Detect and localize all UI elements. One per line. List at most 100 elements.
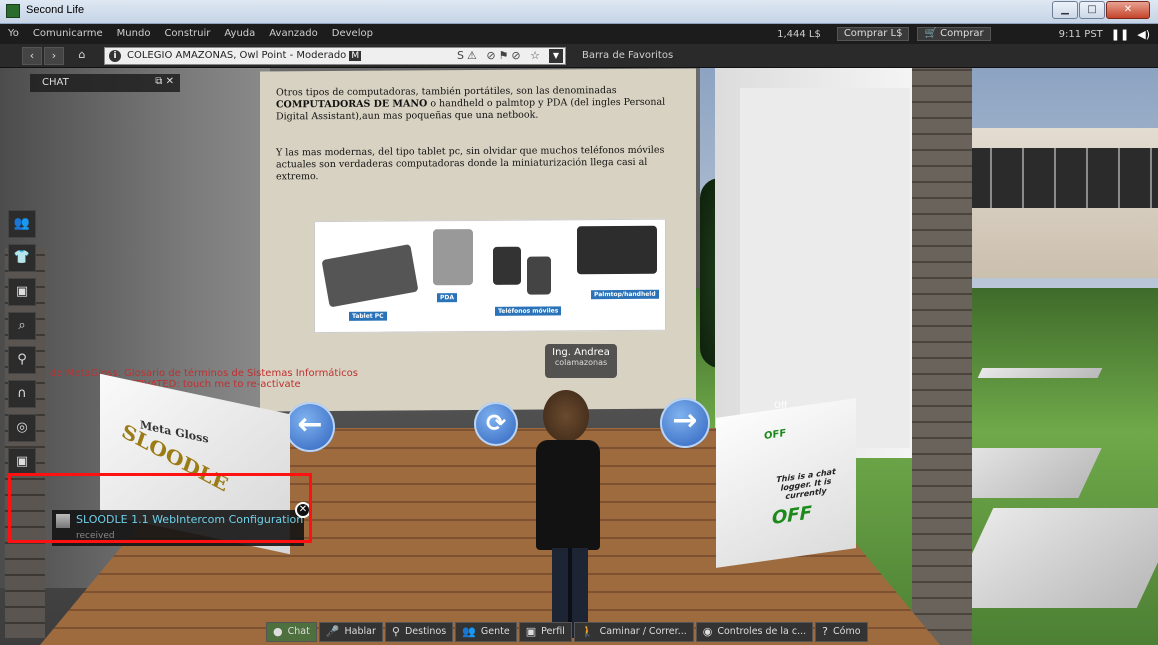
profile-button[interactable]: ▣ Perfil	[518, 622, 572, 642]
avatar-body[interactable]	[536, 440, 600, 550]
title-bar: Second Life ▁ □ ✕	[0, 0, 1158, 24]
tablet-pc-image	[321, 244, 419, 308]
walk-run-button-label: Caminar / Correr...	[599, 626, 687, 637]
eye-icon: ◉	[702, 625, 713, 638]
navigation-bar: ‹ › ⌂ i COLEGIO AMAZONAS, Owl Point - Mo…	[0, 44, 1158, 68]
chat-button[interactable]: ● Chat	[266, 622, 317, 642]
phone-image	[527, 256, 551, 295]
speak-button[interactable]: 🎤 Hablar	[318, 622, 383, 642]
home-icon[interactable]: ⌂	[72, 47, 92, 65]
maximize-button[interactable]: □	[1079, 1, 1105, 19]
paving-stone	[977, 368, 1103, 378]
location-pin-icon: ⚲	[391, 625, 400, 638]
highlight-box	[8, 473, 312, 543]
house-windows	[960, 148, 1158, 208]
avatar-username: colamazonas	[554, 358, 608, 367]
people-icon[interactable]: 👥	[8, 210, 36, 238]
howto-button[interactable]: ? Cómo	[815, 622, 868, 642]
profile-card-icon: ▣	[525, 625, 537, 638]
search-icon[interactable]: ⌕	[8, 312, 36, 340]
shirt-icon[interactable]: 👕	[8, 244, 36, 272]
devices-illustration: Tablet PC PDA Teléfonos móviles Palmtop/…	[314, 218, 666, 334]
people-button[interactable]: 👥 Gente	[455, 622, 517, 642]
menu-yo[interactable]: Yo	[8, 28, 19, 39]
buy-button[interactable]: 🛒 Comprar	[917, 27, 991, 41]
pause-media-icon[interactable]: ❚❚	[1111, 28, 1129, 41]
chat-button-label: Chat	[287, 626, 310, 637]
destinations-button[interactable]: ⚲ Destinos	[384, 622, 454, 642]
camera-controls-button[interactable]: ◉ Controles de la c...	[695, 622, 814, 642]
menu-mundo[interactable]: Mundo	[117, 28, 151, 39]
cart-icon: 🛒	[924, 28, 941, 39]
walking-person-icon: 🚶	[580, 625, 595, 638]
menu-construir[interactable]: Construir	[164, 28, 210, 39]
menu-bar: Yo Comunicarme Mundo Construir Ayuda Ava…	[0, 24, 1158, 44]
people-icon: 👥	[462, 625, 476, 638]
device-label: Teléfonos móviles	[495, 306, 562, 316]
location-name: COLEGIO AMAZONAS, Owl Point - Moderado	[127, 50, 347, 61]
chat-logger-cube[interactable]: OFF This is a chat logger. It is current…	[716, 398, 856, 568]
chat-logger-status: OFF	[772, 502, 812, 529]
people-button-label: Gente	[480, 626, 510, 637]
menu-develop[interactable]: Develop	[332, 28, 373, 39]
cube-top-status: OFF	[764, 427, 787, 443]
device-label: PDA	[437, 293, 458, 303]
menu-ayuda[interactable]: Ayuda	[224, 28, 255, 39]
avatar-nametag: Ing. Andrea colamazonas	[545, 344, 617, 378]
minimize-button[interactable]: ▁	[1052, 1, 1078, 19]
profile-button-label: Perfil	[541, 626, 565, 637]
device-label: Tablet PC	[349, 311, 387, 321]
back-arrow-icon[interactable]: ‹	[22, 47, 42, 65]
menu-status-area: 1,444 L$ Comprar L$ 🛒 Comprar 9:11 PST ❚…	[777, 27, 1150, 41]
pda-image	[433, 229, 473, 286]
phone-image	[493, 246, 521, 285]
camera-controls-button-label: Controles de la c...	[717, 626, 807, 637]
left-toolbar: 👥 👕 ▣ ⌕ ⚲ ∩ ◎ ▣	[8, 210, 36, 476]
world-viewport[interactable]: Otros tipos de computadoras, también por…	[0, 68, 1158, 645]
location-text: COLEGIO AMAZONAS, Owl Point - Moderado M	[127, 50, 362, 61]
location-bar[interactable]: i COLEGIO AMAZONAS, Owl Point - Moderado…	[104, 47, 566, 65]
microphone-icon: 🎤	[325, 625, 340, 638]
howto-button-label: Cómo	[833, 626, 861, 637]
chat-floater-title: CHAT	[42, 77, 69, 88]
menu-comunicarme[interactable]: Comunicarme	[33, 28, 103, 39]
speak-button-label: Hablar	[344, 626, 376, 637]
help-icon: ?	[822, 625, 829, 638]
menu-avanzado[interactable]: Avanzado	[269, 28, 317, 39]
close-window-button[interactable]: ✕	[1106, 1, 1150, 19]
walk-run-button[interactable]: 🚶 Caminar / Correr...	[573, 622, 694, 642]
presentation-board[interactable]: Otros tipos de computadoras, también por…	[260, 68, 696, 412]
chat-logger-message: This is a chat logger. It is currently	[776, 467, 836, 502]
radar-icon[interactable]: ◎	[8, 414, 36, 442]
buy-currency-button[interactable]: Comprar L$	[836, 27, 910, 41]
second-life-app-icon	[6, 4, 20, 18]
maturity-badge: M	[349, 51, 362, 61]
right-frame-inner	[740, 88, 910, 448]
location-dropdown-icon[interactable]: ▼	[549, 49, 563, 63]
chat-floater[interactable]: CHAT ⧉ ✕	[30, 74, 180, 92]
buy-button-label: Comprar	[940, 28, 984, 39]
forward-arrow-icon[interactable]: ›	[44, 47, 64, 65]
window-controls: ▁ □ ✕	[1052, 1, 1150, 19]
headphones-icon[interactable]: ∩	[8, 380, 36, 408]
map-pin-icon[interactable]: ⚲	[8, 346, 36, 374]
volume-icon[interactable]: ◀)	[1137, 28, 1150, 41]
inventory-icon[interactable]: ▣	[8, 278, 36, 306]
cube-floating-text: de MetaGloss: Glosario de términos de Si…	[44, 368, 364, 390]
refresh-slide-button[interactable]: ⟳	[474, 402, 518, 446]
camera-icon[interactable]: ▣	[8, 448, 36, 476]
next-slide-button[interactable]: →	[660, 398, 710, 448]
bottom-toolbar: ● Chat 🎤 Hablar ⚲ Destinos 👥 Gente ▣ Perfil 🚶…	[266, 622, 868, 642]
chat-floater-controls[interactable]: ⧉ ✕	[155, 76, 174, 87]
previous-slide-button[interactable]: ←	[285, 402, 335, 452]
floating-text-line-1: de MetaGloss: Glosario de términos de Si…	[50, 368, 358, 379]
right-brick-post	[912, 68, 972, 645]
board-text-1b: COMPUTADORAS DE MANO	[276, 98, 428, 111]
favorites-bar: Barra de Favoritos	[582, 50, 674, 61]
board-paragraph-2: Y las mas modernas, del tipo tablet pc, …	[276, 144, 665, 183]
info-icon[interactable]: i	[109, 50, 121, 62]
linden-balance[interactable]: 1,444 L$	[777, 29, 821, 40]
window-title: Second Life	[26, 4, 85, 16]
chat-bubble-icon: ●	[273, 625, 283, 638]
avatar-head[interactable]	[543, 390, 589, 442]
